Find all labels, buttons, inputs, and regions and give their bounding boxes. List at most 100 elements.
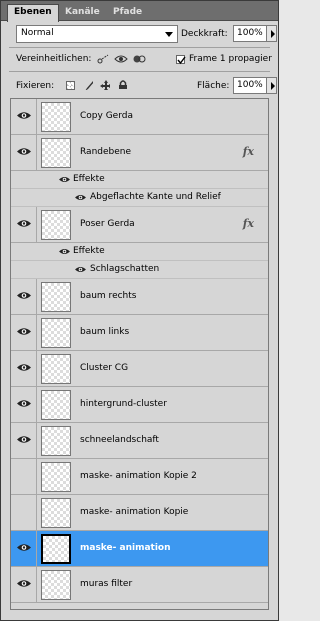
- layer-row[interactable]: maske- animation: [11, 531, 268, 567]
- layer-row[interactable]: Copy Gerda: [11, 99, 268, 135]
- unify-visibility-icon[interactable]: [114, 53, 128, 65]
- layer-row[interactable]: baum rechts: [11, 279, 268, 315]
- layer-row[interactable]: maske- animation Kopie: [11, 495, 268, 531]
- layer-row[interactable]: muras filter: [11, 567, 268, 603]
- layer-name[interactable]: baum links: [80, 327, 129, 337]
- layer-row[interactable]: baum links: [11, 315, 268, 351]
- effects-group-row[interactable]: Effekte: [11, 171, 268, 189]
- lock-all-icon[interactable]: [117, 79, 127, 89]
- layer-name[interactable]: maske- animation: [80, 543, 171, 553]
- tab-kanaele[interactable]: Kanäle: [59, 5, 106, 21]
- opacity-slider-arrow-icon[interactable]: [267, 25, 277, 42]
- layer-name[interactable]: Randebene: [80, 147, 131, 157]
- panel-tab-bar: Ebenen Kanäle Pfade: [1, 1, 278, 22]
- layer-row[interactable]: maske- animation Kopie 2: [11, 459, 268, 495]
- visibility-toggle[interactable]: [11, 135, 37, 170]
- layer-thumbnail: [41, 210, 71, 240]
- blend-mode-value: Normal: [21, 28, 54, 38]
- propagate-label: Frame 1 propagier: [189, 54, 272, 64]
- effects-eye-icon[interactable]: [59, 248, 70, 255]
- layer-effects-icon[interactable]: fx: [243, 217, 254, 230]
- layer-thumbnail: [41, 102, 71, 132]
- eye-icon: [17, 363, 31, 372]
- layer-row[interactable]: schneelandschaft: [11, 423, 268, 459]
- layer-thumbnail: [41, 282, 71, 312]
- fill-slider-arrow-icon[interactable]: [267, 77, 277, 94]
- visibility-toggle[interactable]: [11, 495, 37, 530]
- layer-name[interactable]: schneelandschaft: [80, 435, 159, 445]
- layer-thumbnail: [41, 534, 71, 564]
- layer-thumbnail: [41, 426, 71, 456]
- visibility-toggle[interactable]: [11, 567, 37, 602]
- eye-icon: [17, 579, 31, 588]
- lock-fill-row: Fixieren: Fläche: 100%: [1, 76, 278, 96]
- visibility-toggle[interactable]: [11, 99, 37, 134]
- visibility-toggle[interactable]: [11, 279, 37, 314]
- layer-thumbnail: [41, 318, 71, 348]
- effect-name: Schlagschatten: [90, 264, 160, 274]
- opacity-input[interactable]: 100%: [233, 25, 267, 42]
- effects-label: Effekte: [73, 174, 105, 184]
- layer-effects-icon[interactable]: fx: [243, 145, 254, 158]
- chevron-down-icon: [165, 32, 173, 37]
- blend-mode-select[interactable]: Normal: [16, 25, 178, 43]
- unify-position-icon[interactable]: [96, 53, 110, 65]
- effects-label: Effekte: [73, 246, 105, 256]
- layer-name[interactable]: Copy Gerda: [80, 111, 133, 121]
- eye-icon: [17, 111, 31, 120]
- layer-row[interactable]: Poser Gerda fx: [11, 207, 268, 243]
- unify-style-icon[interactable]: [132, 53, 146, 65]
- blend-opacity-row: Normal Deckkraft: 100%: [1, 25, 278, 45]
- visibility-toggle[interactable]: [11, 207, 37, 242]
- lock-label: Fixieren:: [16, 81, 55, 91]
- layer-name[interactable]: maske- animation Kopie: [80, 507, 188, 517]
- opacity-label: Deckkraft:: [181, 29, 228, 39]
- lock-position-move-icon[interactable]: [100, 80, 110, 90]
- tab-pfade[interactable]: Pfade: [107, 5, 148, 21]
- layer-thumbnail: [41, 498, 71, 528]
- lock-transparency-icon[interactable]: [66, 81, 75, 90]
- propagate-checkbox[interactable]: [176, 55, 186, 65]
- layer-name[interactable]: Poser Gerda: [80, 219, 135, 229]
- layer-list: Copy Gerda Randebene fx Effekte Abgeflachte …: [10, 98, 269, 610]
- layer-row[interactable]: hintergrund-cluster: [11, 387, 268, 423]
- fill-input[interactable]: 100%: [233, 77, 267, 94]
- layer-thumbnail: [41, 462, 71, 492]
- effect-item-row[interactable]: Abgeflachte Kante und Relief: [11, 189, 268, 207]
- effect-name: Abgeflachte Kante und Relief: [90, 192, 221, 202]
- layer-thumbnail: [41, 354, 71, 384]
- effect-eye-icon[interactable]: [75, 194, 86, 201]
- layer-row[interactable]: Randebene fx: [11, 135, 268, 171]
- layer-name[interactable]: hintergrund-cluster: [80, 399, 167, 409]
- layer-name[interactable]: baum rechts: [80, 291, 136, 301]
- unify-label: Vereinheitlichen:: [16, 54, 92, 64]
- effect-eye-icon[interactable]: [75, 266, 86, 273]
- effects-group-row[interactable]: Effekte: [11, 243, 268, 261]
- layer-name[interactable]: maske- animation Kopie 2: [80, 471, 197, 481]
- eye-icon: [17, 399, 31, 408]
- layer-name[interactable]: muras filter: [80, 579, 132, 589]
- layer-thumbnail: [41, 570, 71, 600]
- effects-eye-icon[interactable]: [59, 176, 70, 183]
- layer-thumbnail: [41, 138, 71, 168]
- lock-pixels-brush-icon[interactable]: [83, 80, 93, 90]
- eye-icon: [17, 327, 31, 336]
- unify-row: Vereinheitlichen: Frame 1 propagier: [1, 51, 278, 67]
- fill-label: Fläche:: [197, 81, 230, 91]
- eye-icon: [17, 291, 31, 300]
- visibility-toggle[interactable]: [11, 315, 37, 350]
- eye-icon: [17, 435, 31, 444]
- divider: [9, 71, 270, 72]
- effect-item-row[interactable]: Schlagschatten: [11, 261, 268, 279]
- layer-row[interactable]: Cluster CG: [11, 351, 268, 387]
- visibility-toggle[interactable]: [11, 423, 37, 458]
- layer-thumbnail: [41, 390, 71, 420]
- visibility-toggle[interactable]: [11, 351, 37, 386]
- tab-ebenen[interactable]: Ebenen: [7, 4, 59, 22]
- visibility-toggle[interactable]: [11, 459, 37, 494]
- layers-panel: Ebenen Kanäle Pfade Normal Deckkraft: 10…: [0, 0, 279, 621]
- layer-name[interactable]: Cluster CG: [80, 363, 128, 373]
- eye-icon: [17, 543, 31, 552]
- visibility-toggle[interactable]: [11, 387, 37, 422]
- visibility-toggle[interactable]: [11, 531, 37, 566]
